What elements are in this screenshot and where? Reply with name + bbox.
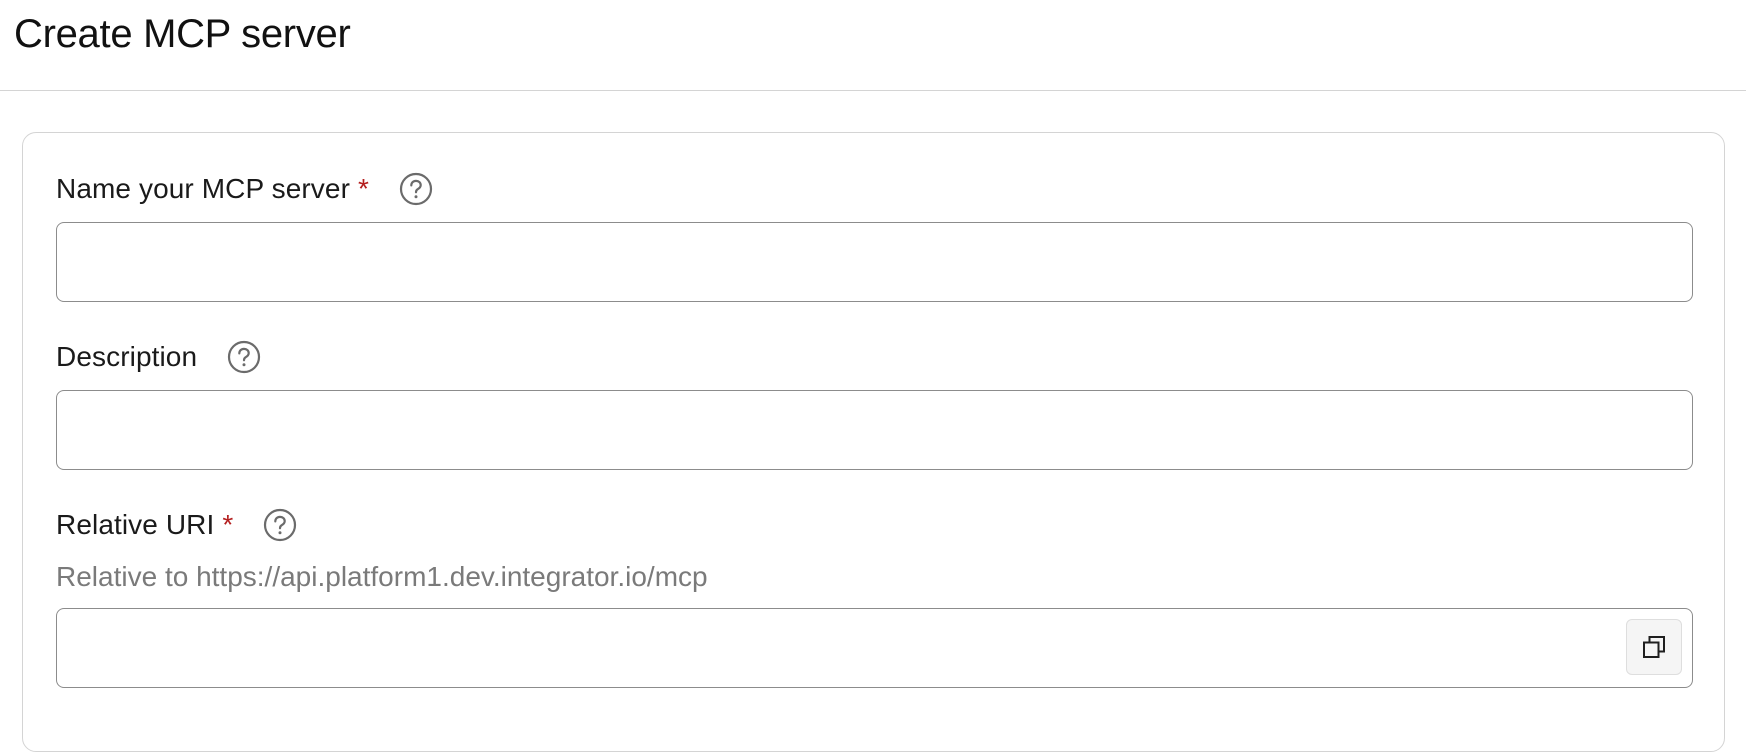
relative-uri-required-mark: *: [222, 509, 234, 540]
copy-icon: [1643, 636, 1665, 658]
question-circle-icon[interactable]: [399, 172, 433, 206]
question-circle-icon[interactable]: [263, 508, 297, 542]
relative-uri-field-label: Relative URI: [56, 509, 215, 540]
relative-uri-input[interactable]: [56, 608, 1693, 688]
question-circle-icon[interactable]: [227, 340, 261, 374]
name-required-mark: *: [358, 173, 369, 204]
page-title: Create MCP server: [14, 12, 351, 56]
name-field-label-row: Name your MCP server *: [56, 169, 433, 209]
copy-button[interactable]: [1626, 619, 1682, 675]
create-form-card: Name your MCP server * Description Relat…: [22, 132, 1725, 752]
relative-uri-field-label-row: Relative URI *: [56, 505, 297, 545]
name-field-label: Name your MCP server: [56, 173, 351, 204]
relative-uri-input-wrapper: [56, 608, 1693, 688]
mcp-server-name-input[interactable]: [56, 222, 1693, 302]
relative-uri-helper-text: Relative to https://api.platform1.dev.in…: [56, 561, 708, 592]
page-header: Create MCP server: [0, 0, 1746, 91]
description-field-label: Description: [56, 341, 198, 372]
description-field-label-row: Description: [56, 337, 261, 377]
description-input[interactable]: [56, 390, 1693, 470]
